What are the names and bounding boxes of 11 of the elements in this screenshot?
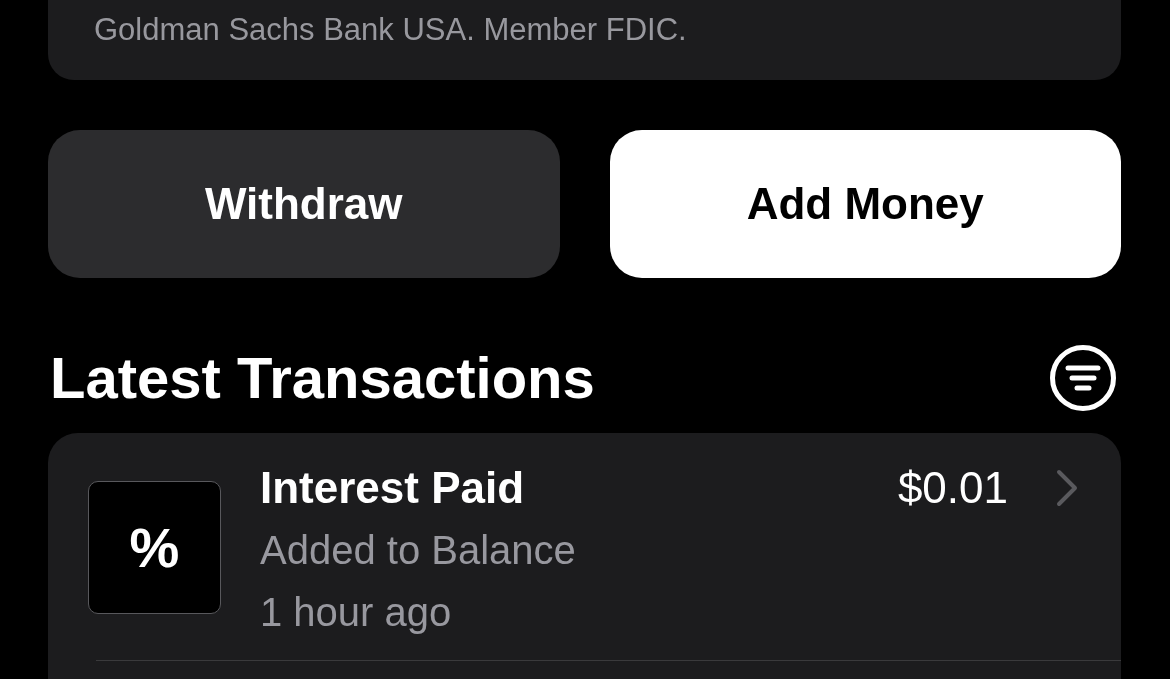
transaction-amount: $0.01 [897, 462, 1008, 514]
add-money-button[interactable]: Add Money [609, 130, 1121, 278]
section-heading: Latest Transactions [50, 344, 595, 412]
transaction-title: Interest Paid [260, 462, 525, 514]
chevron-right-icon[interactable] [1056, 469, 1078, 507]
disclosure-text: Goldman Sachs Bank USA. Member FDIC. [94, 11, 688, 49]
transaction-subtitle: Added to Balance [260, 527, 576, 574]
percent-icon: % [88, 481, 221, 614]
transaction-time: 1 hour ago [260, 589, 452, 636]
withdraw-button[interactable]: Withdraw [48, 130, 560, 278]
filter-icon[interactable] [1050, 345, 1116, 411]
